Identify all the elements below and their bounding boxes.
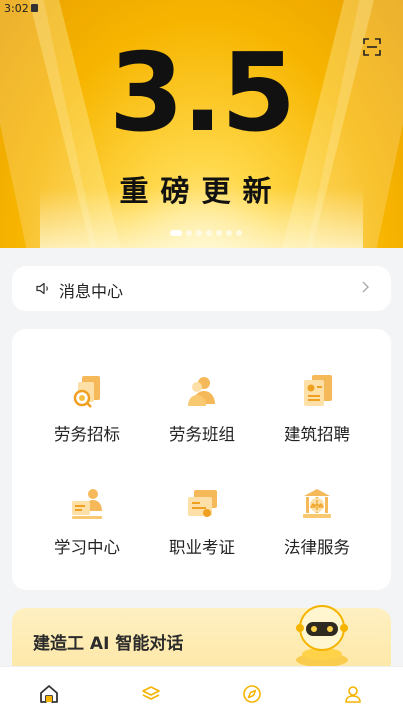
speaker-icon [36,282,48,295]
tab-profile[interactable] [343,684,363,704]
service-construction-recruitment[interactable]: 建筑招聘 [257,374,377,454]
pagination-dot[interactable] [206,230,212,236]
status-bar: 3:02 [0,0,403,18]
message-center-row[interactable]: 消息中心 [12,266,391,311]
law-scale-icon [303,489,331,518]
promo-banner[interactable]: 3.5 重磅更新 [0,0,403,248]
pagination-dot[interactable] [236,230,242,236]
pagination-dot[interactable] [170,230,182,236]
tab-layers[interactable] [141,684,161,704]
service-label: 劳务班组 [169,425,235,444]
layers-icon [142,686,160,700]
tab-discover[interactable] [242,684,262,704]
banner-pagination[interactable] [170,230,242,236]
service-label: 建筑招聘 [284,425,350,444]
service-labor-bidding[interactable]: 劳务招标 [27,374,147,454]
bid-search-icon [73,376,100,408]
robot-icon [296,605,348,667]
service-label: 职业考证 [169,538,235,557]
pagination-dot[interactable] [196,230,202,236]
banner-subhead: 重磅更新 [119,174,284,208]
home-icon [40,685,58,703]
service-labor-team[interactable]: 劳务班组 [142,374,262,454]
service-learning-center[interactable]: 学习中心 [27,487,147,567]
services-grid: 劳务招标 劳务班组 建筑招聘 学习中心 职业考证 法律服务 [12,329,391,590]
team-icon [188,377,215,406]
certificate-icon [188,490,217,517]
chevron-right-icon [362,281,369,293]
bottom-tab-bar [0,666,403,721]
ai-chat-label: 建造工 AI 智能对话 [33,634,184,654]
learning-icon [72,489,102,519]
message-center-label: 消息中心 [59,282,124,301]
scan-icon [363,38,381,56]
resume-icon [304,375,332,406]
service-legal-services[interactable]: 法律服务 [257,487,377,567]
tab-home[interactable] [39,684,59,704]
sim-icon [31,4,38,12]
service-label: 学习中心 [54,538,120,557]
status-time: 3:02 [4,2,29,15]
compass-icon [243,685,261,703]
service-professional-certification[interactable]: 职业考证 [142,487,262,567]
profile-icon [345,686,361,703]
service-label: 法律服务 [284,538,350,557]
pagination-dot[interactable] [216,230,222,236]
pagination-dot[interactable] [226,230,232,236]
service-label: 劳务招标 [54,425,120,444]
pagination-dot[interactable] [186,230,192,236]
banner-headline: 3.5 [108,31,296,156]
scan-button[interactable] [363,38,381,56]
